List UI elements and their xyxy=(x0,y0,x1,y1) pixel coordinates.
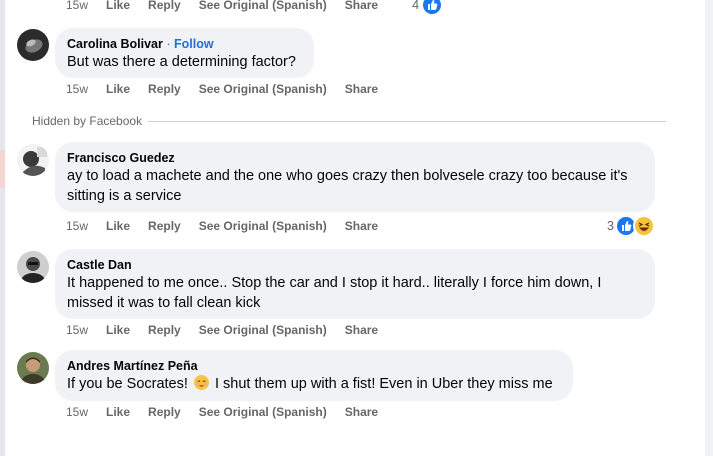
comment-bubble: Castle Dan It happened to me once.. Stop… xyxy=(55,249,655,319)
comment-text-line: sitting is a service xyxy=(67,188,182,204)
avatar[interactable] xyxy=(17,144,49,176)
separator: · xyxy=(166,37,171,51)
avatar[interactable] xyxy=(17,251,49,283)
timestamp[interactable]: 15w xyxy=(66,0,88,12)
like-button[interactable]: Like xyxy=(106,323,130,337)
comment-author-line: Carolina Bolivar · Follow xyxy=(67,36,302,52)
share-button[interactable]: Share xyxy=(345,323,378,337)
share-button[interactable]: Share xyxy=(345,405,378,419)
avatar[interactable] xyxy=(17,352,49,384)
author-name[interactable]: Carolina Bolivar xyxy=(67,37,163,51)
share-button[interactable]: Share xyxy=(345,82,378,96)
hidden-by-facebook-label: Hidden by Facebook xyxy=(32,114,149,128)
comment-text-line: It happened to me once.. Stop the car an… xyxy=(67,275,602,291)
reply-button[interactable]: Reply xyxy=(148,0,181,12)
see-original-button[interactable]: See Original (Spanish) xyxy=(199,82,327,96)
comment-bubble: Carolina Bolivar · Follow But was there … xyxy=(55,28,314,78)
like-button[interactable]: Like xyxy=(106,82,130,96)
author-name[interactable]: Andres Martínez Peña xyxy=(67,358,561,374)
see-original-button[interactable]: See Original (Spanish) xyxy=(199,323,327,337)
comment-text-part: I shut them up with a fist! Even in Uber… xyxy=(214,376,553,392)
timestamp[interactable]: 15w xyxy=(66,219,88,233)
comment-text-part: If you be Socrates! xyxy=(67,376,188,392)
see-original-button[interactable]: See Original (Spanish) xyxy=(199,405,327,419)
comment-text: If you be Socrates! I shut them up with … xyxy=(67,374,561,394)
reply-button[interactable]: Reply xyxy=(148,323,181,337)
comment-text: But was there a determining factor? xyxy=(67,54,296,70)
comments-panel: 15w Like Reply See Original (Spanish) Sh… xyxy=(5,0,705,456)
haha-icon xyxy=(632,215,655,237)
comment-actions: 15w Like Reply See Original (Spanish) Sh… xyxy=(66,404,396,420)
like-button[interactable]: Like xyxy=(106,219,130,233)
right-gutter xyxy=(705,0,713,456)
reply-button[interactable]: Reply xyxy=(148,405,181,419)
avatar[interactable] xyxy=(17,29,49,61)
see-original-button[interactable]: See Original (Spanish) xyxy=(199,219,327,233)
share-button[interactable]: Share xyxy=(345,219,378,233)
see-original-button[interactable]: See Original (Spanish) xyxy=(199,0,327,12)
comment-actions: 15w Like Reply See Original (Spanish) Sh… xyxy=(66,218,396,234)
reaction-count[interactable]: 4 xyxy=(412,0,419,12)
reply-button[interactable]: Reply xyxy=(148,219,181,233)
timestamp[interactable]: 15w xyxy=(66,82,88,96)
follow-button[interactable]: Follow xyxy=(174,37,214,51)
comment-text-line: ay to load a machete and the one who goe… xyxy=(67,168,628,184)
author-name[interactable]: Francisco Guedez xyxy=(67,150,643,166)
comment-bubble: Andres Martínez Peña If you be Socrates!… xyxy=(55,350,573,401)
like-button[interactable]: Like xyxy=(106,405,130,419)
share-button[interactable]: Share xyxy=(345,0,378,12)
author-name[interactable]: Castle Dan xyxy=(67,257,643,273)
comment-actions: 15w Like Reply See Original (Spanish) Sh… xyxy=(66,0,444,16)
like-button[interactable]: Like xyxy=(106,0,130,12)
divider xyxy=(145,121,666,122)
reaction-count: 3 xyxy=(607,219,614,233)
timestamp[interactable]: 15w xyxy=(66,405,88,419)
reaction-summary[interactable]: 3 xyxy=(607,215,655,237)
relieved-face-icon xyxy=(193,375,209,390)
comment-actions: 15w Like Reply See Original (Spanish) Sh… xyxy=(66,81,396,97)
comment-text-line: missed it was to fall clean kick xyxy=(67,295,261,311)
like-icon xyxy=(421,0,444,16)
reply-button[interactable]: Reply xyxy=(148,82,181,96)
comment-actions: 15w Like Reply See Original (Spanish) Sh… xyxy=(66,322,396,338)
timestamp[interactable]: 15w xyxy=(66,323,88,337)
comment-bubble: Francisco Guedez ay to load a machete an… xyxy=(55,142,655,212)
